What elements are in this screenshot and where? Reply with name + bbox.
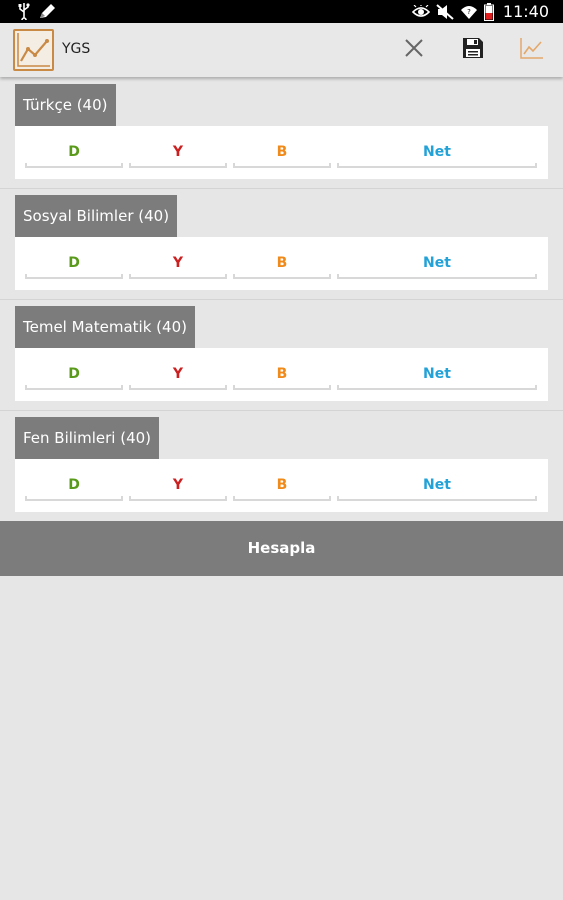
- action-bar: YGS: [0, 23, 563, 77]
- status-bar: ? 11:40: [0, 0, 563, 23]
- status-clock: 11:40: [502, 2, 549, 21]
- net-field[interactable]: Net: [337, 249, 537, 279]
- blank-input[interactable]: B: [233, 138, 331, 168]
- pencil-icon: [38, 3, 56, 20]
- wrong-input[interactable]: Y: [129, 360, 227, 390]
- chart-icon: [520, 37, 544, 63]
- close-button[interactable]: [400, 36, 428, 64]
- net-field[interactable]: Net: [337, 360, 537, 390]
- correct-input[interactable]: D: [25, 138, 123, 168]
- score-input-row: D Y B Net: [15, 459, 548, 512]
- section-title: Fen Bilimleri (40): [15, 417, 160, 459]
- wrong-input[interactable]: Y: [129, 138, 227, 168]
- score-input-row: D Y B Net: [15, 126, 548, 179]
- section-title: Türkçe (40): [15, 84, 116, 126]
- battery-icon: [483, 2, 494, 21]
- score-input-row: D Y B Net: [15, 348, 548, 401]
- close-icon: [404, 38, 424, 62]
- mute-icon: [436, 3, 454, 20]
- blank-input[interactable]: B: [233, 360, 331, 390]
- save-icon: [462, 37, 484, 63]
- net-field[interactable]: Net: [337, 138, 537, 168]
- section-title: Temel Matematik (40): [15, 306, 195, 348]
- score-input-row: D Y B Net: [15, 237, 548, 290]
- correct-input[interactable]: D: [25, 471, 123, 501]
- chart-button[interactable]: [518, 36, 546, 64]
- wifi-icon: ?: [460, 4, 478, 20]
- divider: [0, 410, 563, 411]
- divider: [0, 299, 563, 300]
- blank-input[interactable]: B: [233, 471, 331, 501]
- page-title: YGS: [62, 41, 91, 57]
- app-logo-icon: [13, 29, 54, 71]
- wrong-input[interactable]: Y: [129, 249, 227, 279]
- svg-text:?: ?: [467, 8, 471, 16]
- net-field[interactable]: Net: [337, 471, 537, 501]
- save-button[interactable]: [459, 36, 487, 64]
- wrong-input[interactable]: Y: [129, 471, 227, 501]
- subject-section: Türkçe (40) D Y B Net: [0, 84, 563, 195]
- divider: [0, 188, 563, 189]
- correct-input[interactable]: D: [25, 249, 123, 279]
- subject-section: Sosyal Bilimler (40) D Y B Net: [0, 195, 563, 306]
- blank-input[interactable]: B: [233, 249, 331, 279]
- section-title: Sosyal Bilimler (40): [15, 195, 178, 237]
- usb-icon: [18, 3, 30, 20]
- correct-input[interactable]: D: [25, 360, 123, 390]
- eye-icon: [411, 4, 430, 19]
- subject-section: Temel Matematik (40) D Y B Net: [0, 306, 563, 417]
- calculate-button[interactable]: Hesapla: [0, 521, 563, 576]
- subject-section: Fen Bilimleri (40) D Y B Net: [0, 417, 563, 528]
